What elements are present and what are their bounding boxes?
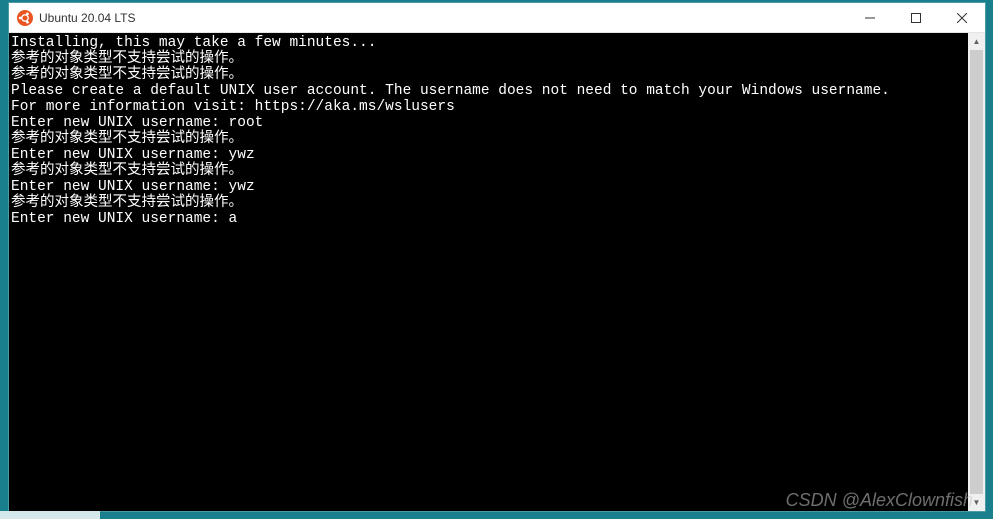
terminal-line: Enter new UNIX username: root	[11, 115, 966, 131]
terminal-line: Enter new UNIX username: ywz	[11, 179, 966, 195]
terminal-line: Please create a default UNIX user accoun…	[11, 83, 966, 99]
scroll-track[interactable]	[968, 50, 985, 494]
terminal-line: 参考的对象类型不支持尝试的操作。	[11, 51, 966, 67]
terminal-line: 参考的对象类型不支持尝试的操作。	[11, 67, 966, 83]
terminal-line: Enter new UNIX username: ywz	[11, 147, 966, 163]
minimize-button[interactable]	[847, 3, 893, 32]
taskbar-fragment	[0, 511, 100, 519]
terminal-content[interactable]: Installing, this may take a few minutes.…	[9, 33, 968, 511]
terminal-prompt-line[interactable]: Enter new UNIX username: a	[11, 211, 966, 227]
ubuntu-icon	[17, 10, 33, 26]
window-controls	[847, 3, 985, 32]
terminal-window: Ubuntu 20.04 LTS Installing, this may ta…	[8, 2, 986, 512]
close-button[interactable]	[939, 3, 985, 32]
titlebar-left: Ubuntu 20.04 LTS	[9, 10, 847, 26]
terminal-line: 参考的对象类型不支持尝试的操作。	[11, 163, 966, 179]
terminal-line: For more information visit: https://aka.…	[11, 99, 966, 115]
terminal-prompt: Enter new UNIX username:	[11, 211, 229, 227]
titlebar[interactable]: Ubuntu 20.04 LTS	[9, 3, 985, 33]
scroll-thumb[interactable]	[970, 50, 983, 494]
terminal-line: 参考的对象类型不支持尝试的操作。	[11, 131, 966, 147]
maximize-button[interactable]	[893, 3, 939, 32]
scrollbar[interactable]: ▲ ▼	[968, 33, 985, 511]
window-title: Ubuntu 20.04 LTS	[39, 11, 136, 25]
terminal-area: Installing, this may take a few minutes.…	[9, 33, 985, 511]
terminal-line: Installing, this may take a few minutes.…	[11, 35, 966, 51]
terminal-line: 参考的对象类型不支持尝试的操作。	[11, 195, 966, 211]
scroll-down-arrow[interactable]: ▼	[968, 494, 985, 511]
scroll-up-arrow[interactable]: ▲	[968, 33, 985, 50]
terminal-input[interactable]: a	[229, 211, 238, 227]
